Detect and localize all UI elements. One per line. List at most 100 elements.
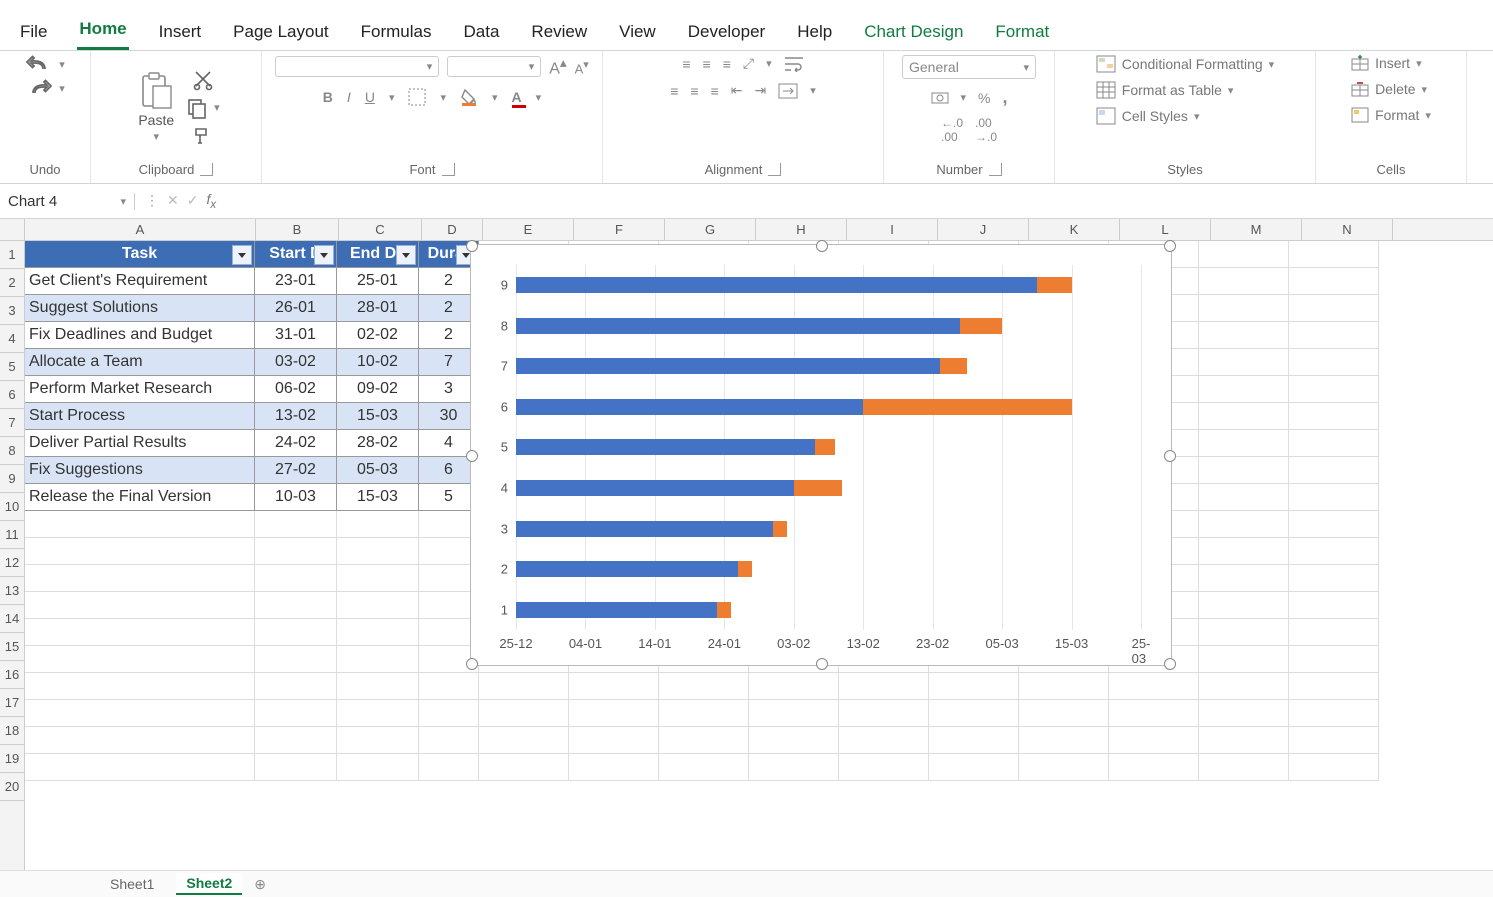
cell[interactable]: [569, 700, 659, 727]
chart-bar[interactable]: [516, 318, 960, 334]
cell[interactable]: [749, 700, 839, 727]
cell[interactable]: [1199, 565, 1289, 592]
name-box[interactable]: Chart 4▾: [0, 193, 135, 210]
column-header[interactable]: D: [422, 219, 483, 240]
cell[interactable]: [1289, 430, 1379, 457]
cell[interactable]: [749, 727, 839, 754]
cell[interactable]: [659, 700, 749, 727]
borders-button[interactable]: [408, 88, 426, 106]
cell[interactable]: [25, 727, 255, 754]
cell[interactable]: 02-02: [337, 322, 419, 349]
align-center-icon[interactable]: ≡: [690, 83, 698, 99]
wrap-text-icon[interactable]: [784, 56, 804, 72]
cell[interactable]: 25-01: [337, 268, 419, 295]
chart-bar[interactable]: [516, 439, 815, 455]
chart-object[interactable]: 25-1204-0114-0124-0103-0213-0223-0205-03…: [470, 244, 1172, 666]
row-header[interactable]: 2: [0, 269, 24, 297]
cell[interactable]: [419, 673, 479, 700]
cell[interactable]: [839, 754, 929, 781]
dialog-launcher-icon[interactable]: [442, 163, 455, 176]
cut-icon[interactable]: [186, 69, 220, 91]
chart-bar[interactable]: [960, 318, 1002, 334]
cell[interactable]: [337, 565, 419, 592]
cell[interactable]: Get Client's Requirement: [25, 268, 255, 295]
cell[interactable]: [337, 511, 419, 538]
worksheet[interactable]: 1234567891011121314151617181920 ABCDEFGH…: [0, 219, 1493, 897]
cell[interactable]: [659, 727, 749, 754]
chart-bar[interactable]: [863, 399, 1071, 415]
conditional-formatting-button[interactable]: Conditional Formatting ▾: [1096, 55, 1274, 73]
cell[interactable]: [337, 754, 419, 781]
tab-page-layout[interactable]: Page Layout: [231, 18, 330, 50]
format-cells-button[interactable]: Format ▾: [1351, 107, 1431, 123]
italic-button[interactable]: I: [347, 89, 351, 105]
chart-bar[interactable]: [717, 602, 731, 618]
cell[interactable]: [1289, 673, 1379, 700]
chart-bar[interactable]: [773, 521, 787, 537]
cell[interactable]: [337, 538, 419, 565]
cell[interactable]: [1199, 403, 1289, 430]
cell[interactable]: [479, 673, 569, 700]
increase-font-icon[interactable]: A▴: [549, 55, 566, 78]
cell[interactable]: [337, 592, 419, 619]
chart-bar[interactable]: [516, 602, 717, 618]
dialog-launcher-icon[interactable]: [989, 163, 1002, 176]
column-header[interactable]: L: [1120, 219, 1211, 240]
format-as-table-button[interactable]: Format as Table ▾: [1096, 81, 1234, 99]
filter-dropdown-icon[interactable]: [232, 245, 252, 265]
cell[interactable]: 28-02: [337, 430, 419, 457]
chart-bar[interactable]: [516, 399, 863, 415]
tab-data[interactable]: Data: [462, 18, 502, 50]
cell[interactable]: [839, 700, 929, 727]
align-bottom-icon[interactable]: ≡: [723, 56, 731, 72]
cell[interactable]: [479, 700, 569, 727]
align-left-icon[interactable]: ≡: [670, 83, 678, 99]
cell[interactable]: 03-02: [255, 349, 337, 376]
row-header[interactable]: 3: [0, 297, 24, 325]
cell[interactable]: [479, 727, 569, 754]
cell[interactable]: [1199, 268, 1289, 295]
row-header[interactable]: 20: [0, 773, 24, 801]
column-header[interactable]: K: [1029, 219, 1120, 240]
cell[interactable]: [1199, 754, 1289, 781]
cell[interactable]: 26-01: [255, 295, 337, 322]
row-header[interactable]: 4: [0, 325, 24, 353]
cell[interactable]: Fix Suggestions: [25, 457, 255, 484]
cell[interactable]: [255, 700, 337, 727]
cell[interactable]: [659, 754, 749, 781]
chart-bar[interactable]: [516, 480, 794, 496]
cell[interactable]: 09-02: [337, 376, 419, 403]
dialog-launcher-icon[interactable]: [768, 163, 781, 176]
cell[interactable]: [1289, 484, 1379, 511]
increase-decimal-icon[interactable]: ←.0.00: [941, 116, 963, 144]
cell[interactable]: [569, 727, 659, 754]
decrease-indent-icon[interactable]: ⇤: [731, 82, 743, 99]
cell[interactable]: [337, 727, 419, 754]
font-name-select[interactable]: ▾: [275, 56, 439, 77]
cell[interactable]: [1199, 241, 1289, 268]
cancel-formula-icon[interactable]: ✕: [167, 192, 179, 209]
cell[interactable]: [929, 700, 1019, 727]
chart-bar[interactable]: [940, 358, 968, 374]
cell[interactable]: [1199, 619, 1289, 646]
cell[interactable]: [25, 538, 255, 565]
cell[interactable]: [1289, 457, 1379, 484]
row-header[interactable]: 7: [0, 409, 24, 437]
insert-cells-button[interactable]: Insert ▾: [1351, 55, 1422, 71]
cell[interactable]: Task: [25, 241, 255, 268]
row-header[interactable]: 19: [0, 745, 24, 773]
row-header[interactable]: 11: [0, 521, 24, 549]
cell[interactable]: [255, 511, 337, 538]
row-header[interactable]: 8: [0, 437, 24, 465]
cell[interactable]: [255, 538, 337, 565]
accounting-format-icon[interactable]: [931, 90, 949, 106]
cell[interactable]: [419, 700, 479, 727]
chart-bar[interactable]: [738, 561, 752, 577]
cell[interactable]: [929, 754, 1019, 781]
cell[interactable]: Release the Final Version: [25, 484, 255, 511]
column-header[interactable]: E: [483, 219, 574, 240]
cell[interactable]: [1109, 673, 1199, 700]
column-header[interactable]: H: [756, 219, 847, 240]
cell[interactable]: [255, 673, 337, 700]
cell[interactable]: [1199, 700, 1289, 727]
